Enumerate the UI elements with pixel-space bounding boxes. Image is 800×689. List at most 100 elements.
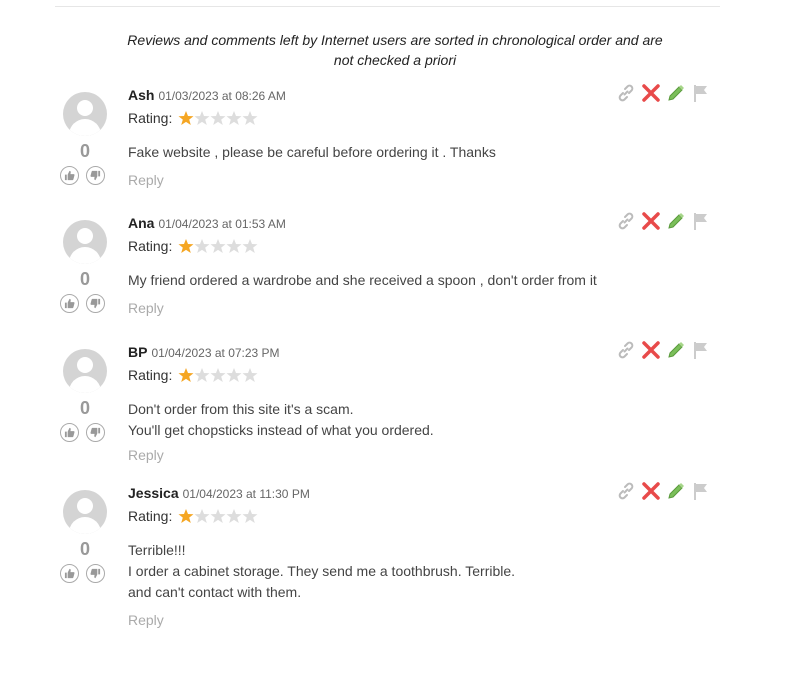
reply-link[interactable]: Reply <box>128 300 164 316</box>
thumbs-up-icon[interactable] <box>60 564 79 583</box>
comment-line: You'll get chopsticks instead of what yo… <box>128 422 434 438</box>
star-empty-icon <box>226 239 242 253</box>
rating-stars <box>178 367 258 383</box>
comment-item: 0 BP 01/04/2023 at 07:23 PM Rating: Don't or… <box>0 341 800 464</box>
comment-body: My friend ordered a wardrobe and she rec… <box>128 270 688 291</box>
link-icon[interactable] <box>615 480 637 502</box>
comment-date: 01/04/2023 at 11:30 PM <box>182 487 310 501</box>
avatar-placeholder-icon <box>63 490 107 534</box>
comment-header: Ash 01/03/2023 at 08:26 AM <box>128 87 286 103</box>
star-empty-icon <box>242 509 258 523</box>
star-empty-icon <box>210 368 226 382</box>
star-filled-icon <box>178 111 194 125</box>
comment-header: Ana 01/04/2023 at 01:53 AM <box>128 215 286 231</box>
star-empty-icon <box>194 509 210 523</box>
star-empty-icon <box>210 111 226 125</box>
comment-date: 01/03/2023 at 08:26 AM <box>158 89 286 103</box>
delete-x-icon[interactable] <box>640 339 662 361</box>
pencil-edit-icon[interactable] <box>665 210 687 232</box>
comment-header: BP 01/04/2023 at 07:23 PM <box>128 344 280 360</box>
vote-count: 0 <box>79 141 90 161</box>
comment-actions <box>615 339 715 361</box>
comment-body: Terrible!!! I order a cabinet storage. Th… <box>128 540 688 603</box>
link-icon[interactable] <box>615 339 637 361</box>
comment-line: Fake website , please be careful before … <box>128 144 496 160</box>
thumbs-up-icon[interactable] <box>60 423 79 442</box>
comment-actions <box>615 480 715 502</box>
delete-x-icon[interactable] <box>640 210 662 232</box>
rating-label: Rating: <box>128 508 173 524</box>
comment-line: Don't order from this site it's a scam. <box>128 401 354 417</box>
star-empty-icon <box>226 111 242 125</box>
star-empty-icon <box>194 111 210 125</box>
pencil-edit-icon[interactable] <box>665 339 687 361</box>
rating-label: Rating: <box>128 238 173 254</box>
comment-author: BP <box>128 344 148 360</box>
delete-x-icon[interactable] <box>640 82 662 104</box>
star-empty-icon <box>210 509 226 523</box>
comment-item: 0 Ana 01/04/2023 at 01:53 AM Rating: My frie… <box>0 212 800 335</box>
avatar-placeholder-icon <box>63 220 107 264</box>
reply-link[interactable]: Reply <box>128 612 164 628</box>
star-filled-icon <box>178 239 194 253</box>
comment-author: Ana <box>128 215 155 231</box>
flag-icon[interactable] <box>690 210 712 232</box>
comment-line: I order a cabinet storage. They send me … <box>128 563 516 579</box>
rating-label: Rating: <box>128 367 173 383</box>
comment-date: 01/04/2023 at 01:53 AM <box>158 217 286 231</box>
comment-line: and can't contact with them. <box>128 584 302 600</box>
vote-count: 0 <box>79 398 90 418</box>
rating-label: Rating: <box>128 110 173 126</box>
top-divider <box>55 6 720 7</box>
star-empty-icon <box>242 368 258 382</box>
thumbs-up-icon[interactable] <box>60 166 79 185</box>
thumbs-down-icon[interactable] <box>86 423 105 442</box>
thumbs-down-icon[interactable] <box>86 564 105 583</box>
comment-author: Ash <box>128 87 155 103</box>
star-empty-icon <box>226 509 242 523</box>
delete-x-icon[interactable] <box>640 480 662 502</box>
comment-item: 0 Jessica 01/04/2023 at 11:30 PM Rating: Ter… <box>0 482 800 628</box>
comments-disclaimer: Reviews and comments left by Internet us… <box>127 32 663 68</box>
comment-author: Jessica <box>128 485 179 501</box>
flag-icon[interactable] <box>690 339 712 361</box>
rating-stars <box>178 508 258 524</box>
reply-link[interactable]: Reply <box>128 172 164 188</box>
star-empty-icon <box>242 111 258 125</box>
rating: Rating: <box>128 110 258 126</box>
star-filled-icon <box>178 368 194 382</box>
star-empty-icon <box>242 239 258 253</box>
reply-link[interactable]: Reply <box>128 447 164 463</box>
vote-count: 0 <box>79 269 90 289</box>
star-filled-icon <box>178 509 194 523</box>
comment-line: Terrible!!! <box>128 542 186 558</box>
comment-date: 01/04/2023 at 07:23 PM <box>151 346 280 360</box>
star-empty-icon <box>194 368 210 382</box>
pencil-edit-icon[interactable] <box>665 480 687 502</box>
thumbs-down-icon[interactable] <box>86 166 105 185</box>
comment-body: Fake website , please be careful before … <box>128 142 688 163</box>
comment-item: 0 Ash 01/03/2023 at 08:26 AM Rating: Fake we… <box>0 84 800 207</box>
comment-actions <box>615 82 715 104</box>
avatar-placeholder-icon <box>63 92 107 136</box>
flag-icon[interactable] <box>690 480 712 502</box>
comment-line: My friend ordered a wardrobe and she rec… <box>128 272 597 288</box>
star-empty-icon <box>210 239 226 253</box>
flag-icon[interactable] <box>690 82 712 104</box>
star-empty-icon <box>194 239 210 253</box>
rating: Rating: <box>128 238 258 254</box>
star-empty-icon <box>226 368 242 382</box>
link-icon[interactable] <box>615 82 637 104</box>
rating-stars <box>178 238 258 254</box>
rating: Rating: <box>128 367 258 383</box>
link-icon[interactable] <box>615 210 637 232</box>
vote-count: 0 <box>79 539 90 559</box>
comment-body: Don't order from this site it's a scam. Y… <box>128 399 688 441</box>
rating-stars <box>178 110 258 126</box>
comment-header: Jessica 01/04/2023 at 11:30 PM <box>128 485 310 501</box>
pencil-edit-icon[interactable] <box>665 82 687 104</box>
rating: Rating: <box>128 508 258 524</box>
avatar-placeholder-icon <box>63 349 107 393</box>
thumbs-down-icon[interactable] <box>86 294 105 313</box>
thumbs-up-icon[interactable] <box>60 294 79 313</box>
